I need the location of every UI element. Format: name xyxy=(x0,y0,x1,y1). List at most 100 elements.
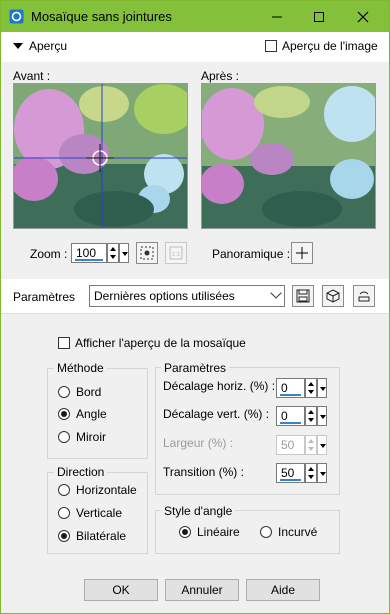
direction-horizontale-radio[interactable] xyxy=(58,484,70,496)
pan-label: Panoramique : xyxy=(212,247,291,261)
method-bord-label: Bord xyxy=(76,385,102,399)
close-button[interactable] xyxy=(341,1,385,32)
before-preview-image[interactable] xyxy=(13,83,188,229)
direction-verticale-radio[interactable] xyxy=(58,507,70,519)
image-preview-label: Aperçu de l'image xyxy=(282,39,378,53)
ok-button[interactable]: OK xyxy=(84,579,158,601)
pan-button[interactable] xyxy=(291,242,313,264)
transition-stepper[interactable] xyxy=(305,463,317,483)
transition-underline xyxy=(280,479,301,481)
vert-offset-label: Décalage vert. (%) : xyxy=(163,407,270,421)
method-group-title: Méthode xyxy=(54,361,107,375)
params-group-title: Paramètres xyxy=(161,361,230,375)
zoom-label: Zoom : xyxy=(30,247,68,261)
collapse-arrow-icon xyxy=(13,43,23,49)
window-title: Mosaïque sans jointures xyxy=(31,9,172,24)
zoom-input[interactable]: 100 xyxy=(71,243,107,263)
horiz-offset-underline xyxy=(280,394,301,396)
angle-style-incurve-radio[interactable] xyxy=(260,526,272,538)
direction-option-verticale[interactable]: Verticale xyxy=(58,506,122,520)
zoom-value: 100 xyxy=(76,246,97,260)
zoom-dropdown[interactable] xyxy=(119,243,129,263)
angle-style-option-lineaire[interactable]: Linéaire xyxy=(179,525,240,539)
width-input[interactable]: 50 xyxy=(276,435,305,455)
preset-dropdown[interactable]: Dernières options utilisées xyxy=(89,285,285,307)
reset-icon xyxy=(358,291,370,302)
before-label: Avant : xyxy=(13,69,51,83)
width-value: 50 xyxy=(281,438,295,452)
transition-dropdown[interactable] xyxy=(317,463,327,483)
minimize-button[interactable] xyxy=(255,1,299,32)
svg-text:1:1: 1:1 xyxy=(172,252,181,258)
image-preview-checkbox-row[interactable]: Aperçu de l'image xyxy=(265,39,378,53)
direction-option-horizontale[interactable]: Horizontale xyxy=(58,483,137,497)
zoom-stepper[interactable] xyxy=(107,243,119,263)
after-label: Après : xyxy=(201,69,240,83)
before-image-art xyxy=(14,84,187,228)
after-image-art xyxy=(202,84,375,228)
zoom-actual-size-button[interactable]: 1:1 xyxy=(165,242,187,264)
horiz-offset-value: 0 xyxy=(281,381,288,395)
direction-option-bilaterale[interactable]: Bilatérale xyxy=(58,529,126,543)
horiz-offset-label: Décalage horiz. (%) : xyxy=(163,379,276,393)
presets-label: Paramètres xyxy=(13,290,76,304)
method-option-angle[interactable]: Angle xyxy=(58,407,107,421)
direction-verticale-label: Verticale xyxy=(76,506,123,520)
randomize-button[interactable] xyxy=(322,285,344,307)
close-icon xyxy=(357,11,369,22)
angle-style-lineaire-radio[interactable] xyxy=(179,526,191,538)
transition-value: 50 xyxy=(281,466,295,480)
width-dropdown[interactable] xyxy=(317,435,327,455)
mosaic-preview-checkbox-row[interactable]: Afficher l'aperçu de la mosaïque xyxy=(58,336,246,350)
after-preview-image xyxy=(201,83,376,229)
move-icon xyxy=(296,247,308,259)
reset-button[interactable] xyxy=(353,285,375,307)
mosaic-preview-checkbox[interactable] xyxy=(58,337,70,349)
method-bord-radio[interactable] xyxy=(58,386,70,398)
horiz-offset-input[interactable]: 0 xyxy=(276,378,305,398)
width-stepper[interactable] xyxy=(305,435,317,455)
save-preset-button[interactable] xyxy=(292,285,314,307)
method-angle-radio[interactable] xyxy=(58,408,70,420)
title-bar[interactable]: Mosaïque sans jointures xyxy=(1,1,389,32)
angle-style-lineaire-label: Linéaire xyxy=(197,525,240,539)
horiz-offset-dropdown[interactable] xyxy=(317,378,327,398)
direction-group-title: Direction xyxy=(54,465,108,479)
cancel-button[interactable]: Annuler xyxy=(165,579,239,601)
separator xyxy=(1,313,389,314)
vert-offset-value: 0 xyxy=(281,409,288,423)
method-angle-label: Angle xyxy=(76,407,107,421)
transition-input[interactable]: 50 xyxy=(276,463,305,483)
zoom-underline xyxy=(75,259,103,261)
dialog-window: Mosaïque sans jointures Aperçu Aperçu de… xyxy=(0,0,390,614)
dice-icon xyxy=(326,289,340,303)
direction-horizontale-label: Horizontale xyxy=(76,483,137,497)
minimize-icon xyxy=(272,16,282,17)
vert-offset-stepper[interactable] xyxy=(305,406,317,426)
actual-size-icon: 1:1 xyxy=(169,246,183,260)
maximize-button[interactable] xyxy=(297,1,341,32)
preset-value: Dernières options utilisées xyxy=(94,289,235,303)
preview-toggle-label: Aperçu xyxy=(29,39,68,53)
direction-bilaterale-radio[interactable] xyxy=(58,530,70,542)
help-button[interactable]: Aide xyxy=(246,579,320,601)
horiz-offset-stepper[interactable] xyxy=(305,378,317,398)
chevron-down-icon xyxy=(270,287,282,299)
transition-label: Transition (%) : xyxy=(163,465,244,479)
preview-toggle[interactable]: Aperçu xyxy=(13,39,67,53)
vert-offset-input[interactable]: 0 xyxy=(276,406,305,426)
zoom-fit-button[interactable] xyxy=(136,242,158,264)
method-option-miroir[interactable]: Miroir xyxy=(58,430,106,444)
method-option-bord[interactable]: Bord xyxy=(58,385,101,399)
method-miroir-radio[interactable] xyxy=(58,431,70,443)
vert-offset-underline xyxy=(280,422,301,424)
angle-style-option-incurve[interactable]: Incurvé xyxy=(260,525,317,539)
maximize-icon xyxy=(314,11,324,22)
method-miroir-label: Miroir xyxy=(76,430,106,444)
image-preview-checkbox[interactable] xyxy=(265,40,277,52)
vert-offset-dropdown[interactable] xyxy=(317,406,327,426)
fit-window-icon xyxy=(140,246,154,260)
width-label: Largeur (%) : xyxy=(163,436,234,450)
mosaic-preview-label: Afficher l'aperçu de la mosaïque xyxy=(75,336,246,350)
save-icon xyxy=(296,289,310,303)
